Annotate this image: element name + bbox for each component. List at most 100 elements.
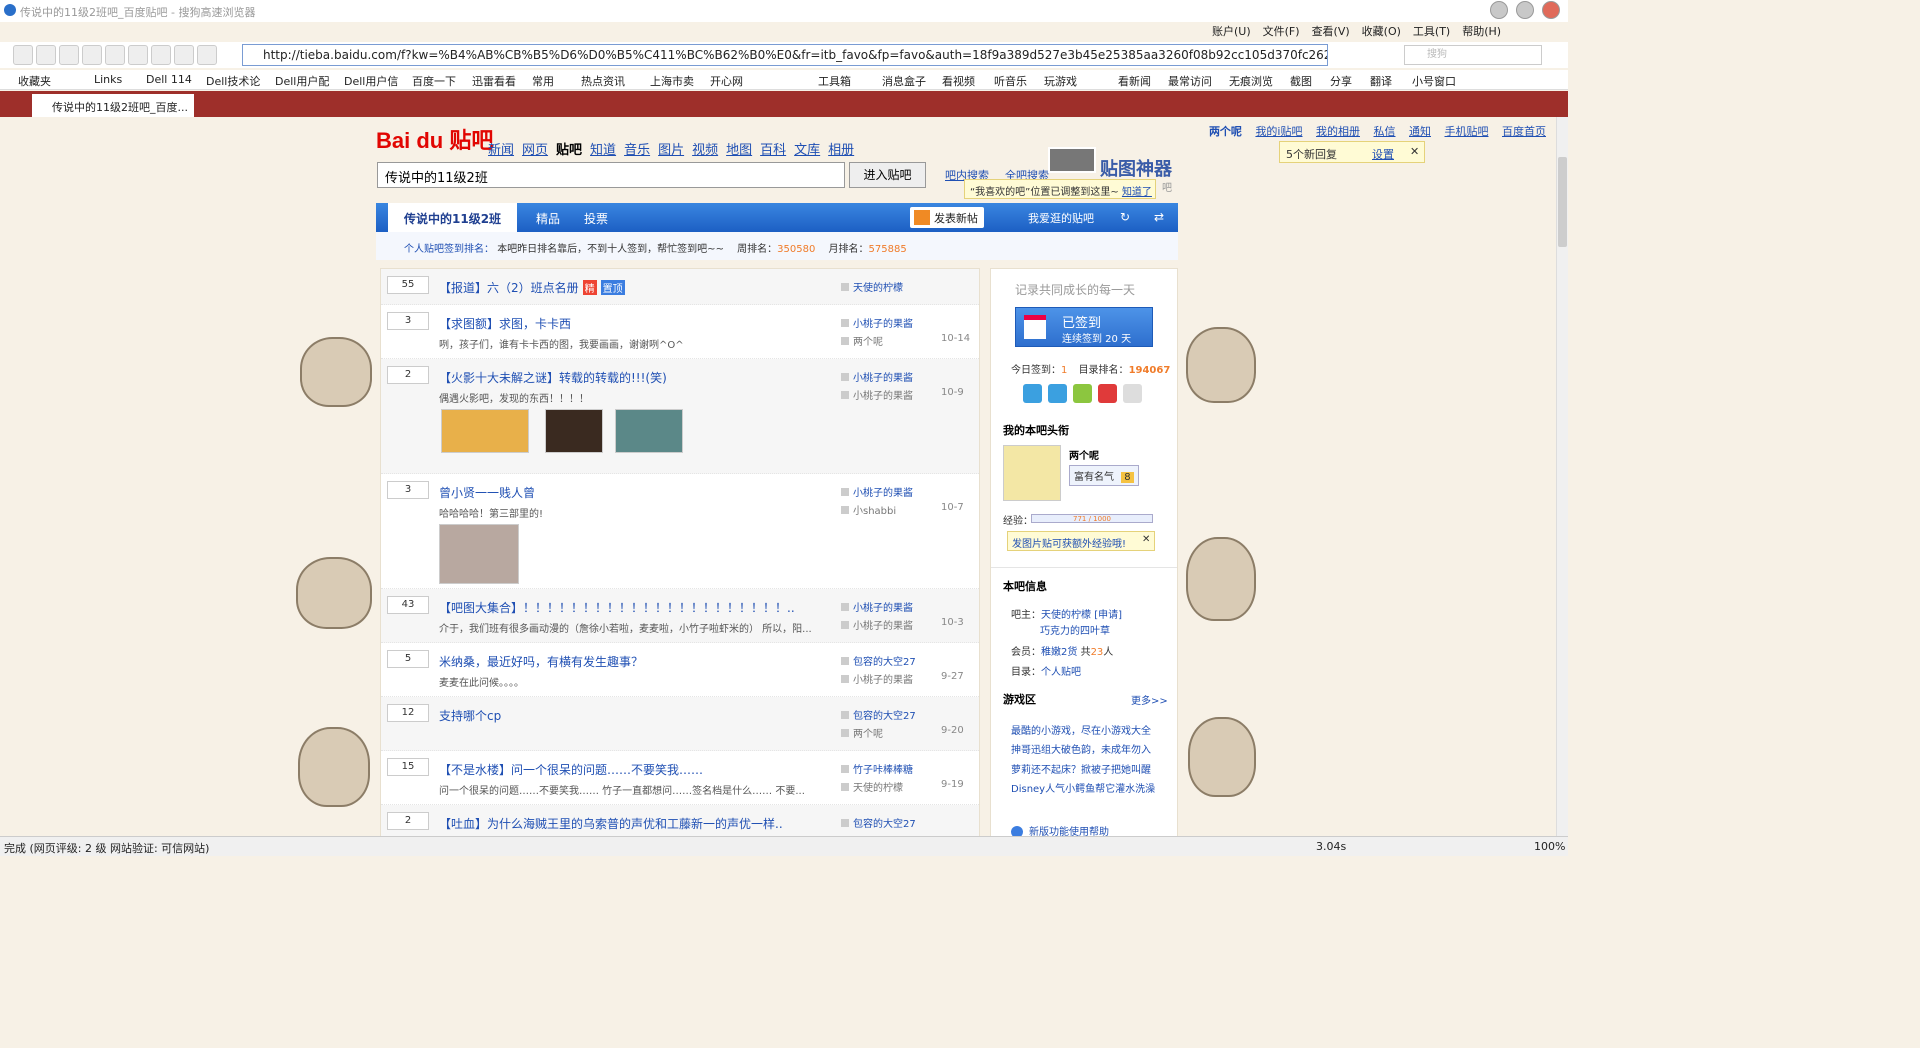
more-games-link[interactable]: 更多>>: [1131, 692, 1168, 707]
toolbar-app-icon[interactable]: [105, 45, 125, 65]
bookmark-item[interactable]: 上海市卖: [650, 73, 694, 89]
bookmark-item[interactable]: 迅雷看看: [472, 73, 516, 89]
bookmark-item[interactable]: 玩游戏: [1044, 73, 1077, 89]
nav-wenku[interactable]: 文库: [794, 139, 820, 158]
tab-active[interactable]: 传说中的11级2班吧_百度...: [32, 94, 194, 117]
avatar[interactable]: [1003, 445, 1061, 501]
thread-title[interactable]: 【吐血】为什么海贼王里的乌索普的声优和工藤新一的声优一样..: [439, 815, 783, 832]
owner-link[interactable]: 天使的柠檬: [1041, 610, 1091, 621]
game-link[interactable]: 萝莉还不起床？掀被子把她叫醒: [1011, 761, 1151, 776]
bookmark-item[interactable]: 截图: [1290, 73, 1312, 89]
close-button[interactable]: [1542, 1, 1560, 19]
toolbar-app-icon[interactable]: [128, 45, 148, 65]
menu-view[interactable]: 查看(V): [1312, 23, 1350, 39]
thread-title[interactable]: 米纳桑，最近好吗，有横有发生趣事？: [439, 653, 643, 670]
help-link[interactable]: 新版功能使用帮助: [1011, 823, 1109, 836]
my-itieba-link[interactable]: 我的i贴吧: [1255, 125, 1302, 138]
bookmark-item[interactable]: Dell用户信: [344, 73, 398, 89]
bookmark-item[interactable]: Dell用户配: [275, 73, 329, 89]
address-bar[interactable]: http://tieba.baidu.com/f?kw=%B4%AB%CB%B5…: [242, 44, 1328, 66]
nav-images[interactable]: 图片: [658, 139, 684, 158]
thread-author[interactable]: 天使的柠檬: [841, 279, 903, 294]
thread-image[interactable]: [545, 409, 603, 453]
nav-zhidao[interactable]: 知道: [590, 139, 616, 158]
nav-map[interactable]: 地图: [726, 139, 752, 158]
thread-author[interactable]: 包容的大空27: [841, 815, 916, 830]
bookmark-item[interactable]: Links: [94, 73, 122, 86]
share-icon[interactable]: [1073, 384, 1092, 403]
menu-help[interactable]: 帮助(H): [1462, 23, 1501, 39]
bookmark-item[interactable]: 热点资讯: [581, 73, 625, 89]
game-link[interactable]: 抻哥迅组大破色韵，未成年勿入: [1011, 741, 1151, 756]
menu-file[interactable]: 文件(F): [1263, 23, 1300, 39]
bookmark-item[interactable]: 无痕浏览: [1229, 73, 1273, 89]
bookmark-item[interactable]: 消息盒子: [882, 73, 926, 89]
status-text[interactable]: 完成 (网页评级: 2 级 网站验证: 可信网站): [4, 840, 209, 856]
new-post-button[interactable]: 发表新帖: [910, 207, 984, 228]
settings-link[interactable]: 设置: [1372, 146, 1394, 162]
toolbar-app-icon[interactable]: [197, 45, 217, 65]
nav-album[interactable]: 相册: [828, 139, 854, 158]
thread-title[interactable]: 【报道】六（2）班点名册精置顶: [439, 279, 625, 296]
thread-title[interactable]: 【求图额】求图，卡卡西: [439, 315, 571, 332]
bookmark-item[interactable]: 翻译: [1370, 73, 1392, 89]
sign-rank-label[interactable]: 个人贴吧签到排名：: [404, 244, 494, 255]
thread-author[interactable]: 小桃子的果酱: [841, 315, 913, 330]
got-it-link[interactable]: 知道了: [1122, 187, 1152, 198]
maximize-button[interactable]: [1516, 1, 1534, 19]
bookmark-item[interactable]: 分享: [1330, 73, 1352, 89]
nav-news[interactable]: 新闻: [488, 139, 514, 158]
thread-image[interactable]: [441, 409, 529, 453]
thread-author[interactable]: 包容的大空27: [841, 653, 916, 668]
thread-title[interactable]: 曾小贤一一贱人曾: [439, 484, 535, 501]
bookmark-item[interactable]: 收藏夹: [18, 73, 51, 89]
thread-image[interactable]: [439, 524, 519, 584]
bookmark-item[interactable]: 听音乐: [994, 73, 1027, 89]
thread-title[interactable]: 支持哪个cp: [439, 707, 501, 724]
bookmark-item[interactable]: Dell 114: [146, 73, 192, 86]
signed-button[interactable]: 已签到 连续签到 20 天: [1015, 307, 1153, 347]
apply-owner-link[interactable]: [申请]: [1094, 610, 1122, 621]
baidu-home-link[interactable]: 百度首页: [1502, 125, 1546, 138]
owner-link[interactable]: 巧克力的四叶草: [1040, 622, 1110, 637]
nav-music[interactable]: 音乐: [624, 139, 650, 158]
close-icon[interactable]: ✕: [1142, 534, 1150, 545]
tietu-avatar-icon[interactable]: [1048, 147, 1096, 173]
favorite-bars-dropdown[interactable]: 我爱逛的贴吧: [1028, 210, 1094, 226]
bookmark-item[interactable]: 常用: [532, 73, 554, 89]
browser-search-input[interactable]: 搜狗: [1404, 45, 1542, 65]
toolbar-app-icon[interactable]: [13, 45, 33, 65]
bookmark-item[interactable]: 工具箱: [818, 73, 851, 89]
vertical-scrollbar[interactable]: [1556, 117, 1568, 836]
messages-link[interactable]: 私信: [1374, 125, 1396, 138]
thread-author[interactable]: 包容的大空27: [841, 707, 916, 722]
notify-link[interactable]: 通知: [1409, 125, 1431, 138]
thread-author[interactable]: 小桃子的果酱: [841, 484, 913, 499]
tab-bar-home[interactable]: 传说中的11级2班: [388, 203, 518, 232]
toolbar-app-icon[interactable]: [36, 45, 56, 65]
last-reply[interactable]: 小桃子的果酱: [841, 387, 913, 402]
baidu-tieba-logo[interactable]: Bai du 贴吧: [376, 123, 493, 155]
menu-account[interactable]: 账户(U): [1212, 23, 1251, 39]
toolbar-app-icon[interactable]: [174, 45, 194, 65]
tab-jingpin[interactable]: 精品: [536, 210, 560, 227]
my-album-link[interactable]: 我的相册: [1316, 125, 1360, 138]
bookmark-item[interactable]: 最常访问: [1168, 73, 1212, 89]
last-reply[interactable]: 小shabbi: [841, 502, 896, 517]
switch-icon[interactable]: ⇄: [1154, 210, 1164, 224]
thread-image[interactable]: [615, 409, 683, 453]
zoom-level[interactable]: 100%: [1534, 840, 1565, 853]
close-icon[interactable]: ✕: [1410, 145, 1419, 158]
last-reply[interactable]: 小桃子的果酱: [841, 617, 913, 632]
bookmark-item[interactable]: 看视频: [942, 73, 975, 89]
last-reply[interactable]: 两个呢: [841, 333, 883, 348]
thread-author[interactable]: 小桃子的果酱: [841, 599, 913, 614]
minimize-button[interactable]: [1490, 1, 1508, 19]
thread-author[interactable]: 竹子咔棒棒糖: [841, 761, 913, 776]
bookmark-item[interactable]: 百度一下: [412, 73, 456, 89]
user-menu[interactable]: 两个呢: [1209, 125, 1242, 138]
last-reply[interactable]: 天使的柠檬: [841, 779, 903, 794]
thread-title[interactable]: 【吧图大集合】！！！！！！！！！！！！！！！！！！！！！！..: [439, 599, 795, 616]
toolbar-app-icon[interactable]: [82, 45, 102, 65]
toolbar-app-icon[interactable]: [59, 45, 79, 65]
